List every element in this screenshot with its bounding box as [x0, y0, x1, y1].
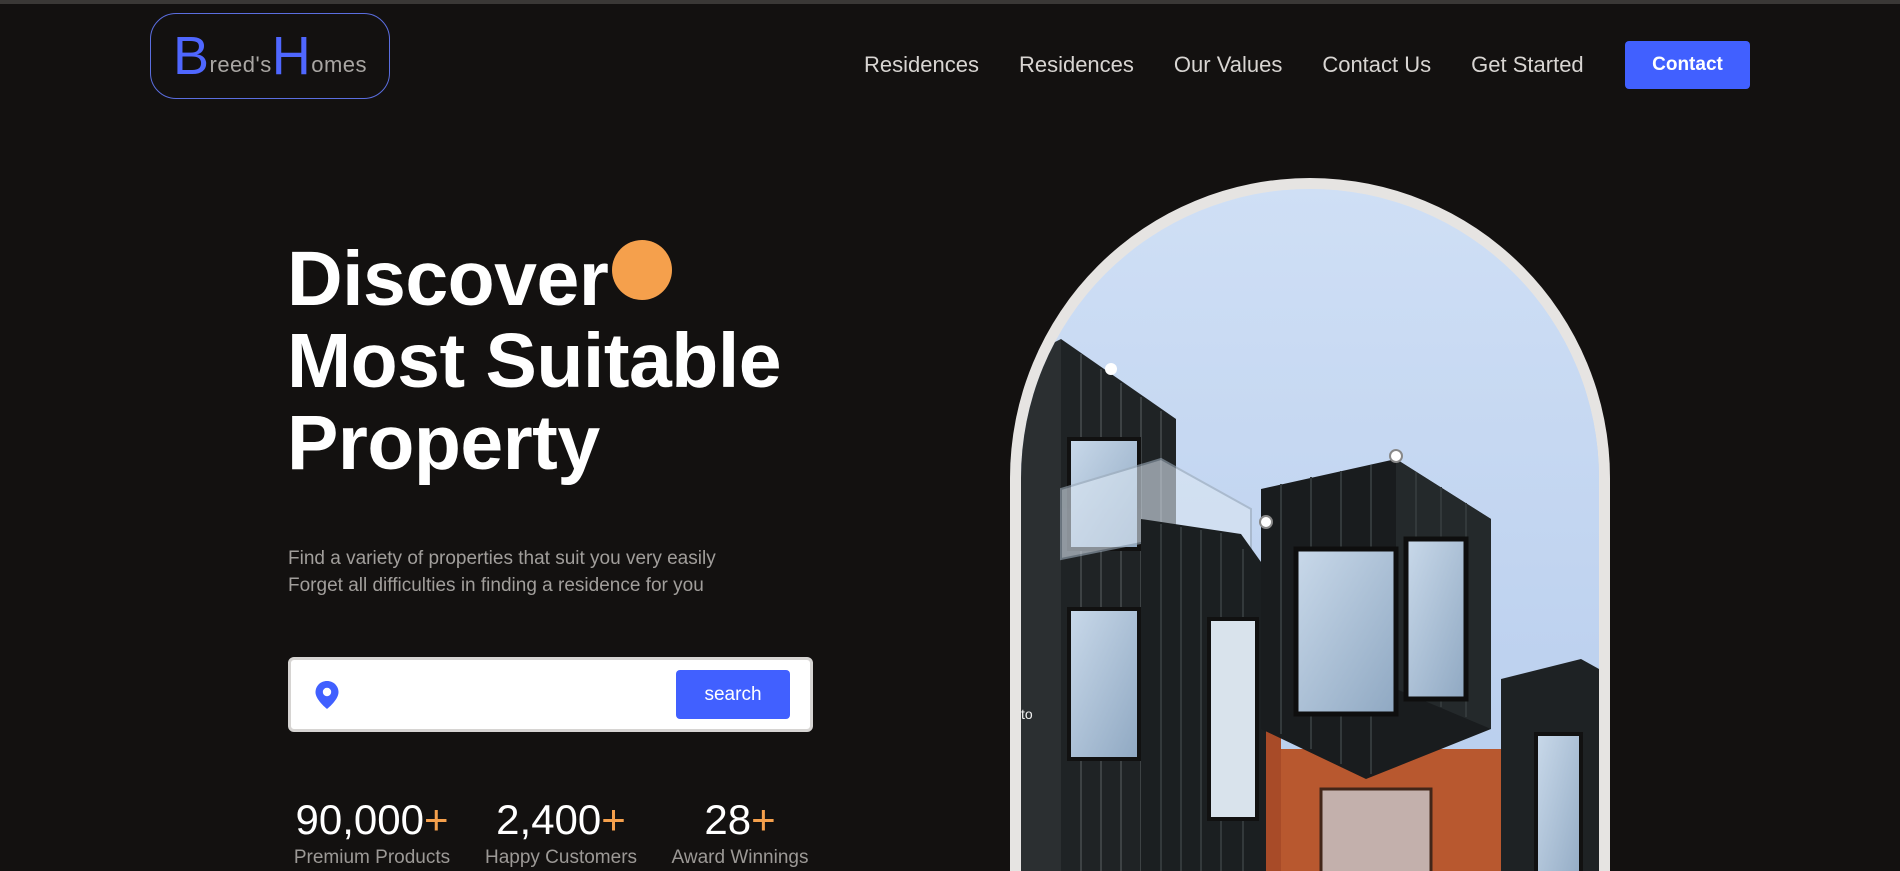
stat-premium-products: 90,000+ Premium Products — [288, 797, 456, 869]
hero-title-line-3: Property — [287, 400, 600, 486]
stat-happy-customers: 2,400+ Happy Customers — [478, 797, 644, 869]
stat-award-winnings: 28+ Award Winnings — [667, 797, 813, 869]
hero-subtitle: Find a variety of properties that suit y… — [288, 545, 808, 599]
image-alt-text: to — [1021, 706, 1033, 722]
location-search-input[interactable] — [341, 672, 676, 717]
site-logo[interactable]: B reed's H omes — [150, 13, 390, 99]
logo-text-omes: omes — [311, 52, 368, 77]
search-bar: search — [288, 657, 813, 732]
contact-button[interactable]: Contact — [1625, 41, 1750, 89]
nav-link-residences-2[interactable]: Residences — [1019, 52, 1134, 78]
nav-link-our-values[interactable]: Our Values — [1174, 52, 1282, 78]
hero-title: Discover Most Suitable Property — [287, 238, 907, 484]
logo-initial-b: B — [172, 26, 210, 86]
nav-link-get-started[interactable]: Get Started — [1471, 52, 1584, 78]
nav-link-residences[interactable]: Residences — [864, 52, 979, 78]
window-top-border — [0, 0, 1900, 4]
hero-title-line-1: Discover — [287, 236, 609, 322]
location-pin-icon — [313, 679, 341, 711]
hero-subtitle-line-2: Forget all difficulties in finding a res… — [288, 575, 704, 596]
stat-value: 28+ — [704, 796, 776, 843]
hero-property-image: to — [1010, 178, 1610, 871]
stat-label: Premium Products — [293, 847, 451, 868]
stat-label: Award Winnings — [671, 847, 809, 868]
nav-link-contact-us[interactable]: Contact Us — [1322, 52, 1431, 78]
main-nav: Residences Residences Our Values Contact… — [864, 52, 1584, 78]
hero-subtitle-line-1: Find a variety of properties that suit y… — [288, 548, 716, 569]
stat-value: 2,400+ — [496, 796, 626, 843]
hero-title-line-2: Most Suitable — [287, 318, 782, 404]
logo-initial-h: H — [271, 26, 312, 86]
stat-value: 90,000+ — [295, 796, 449, 843]
logo-text-reeds: reed's — [209, 52, 272, 77]
stat-label: Happy Customers — [484, 847, 638, 868]
search-button[interactable]: search — [676, 670, 790, 719]
